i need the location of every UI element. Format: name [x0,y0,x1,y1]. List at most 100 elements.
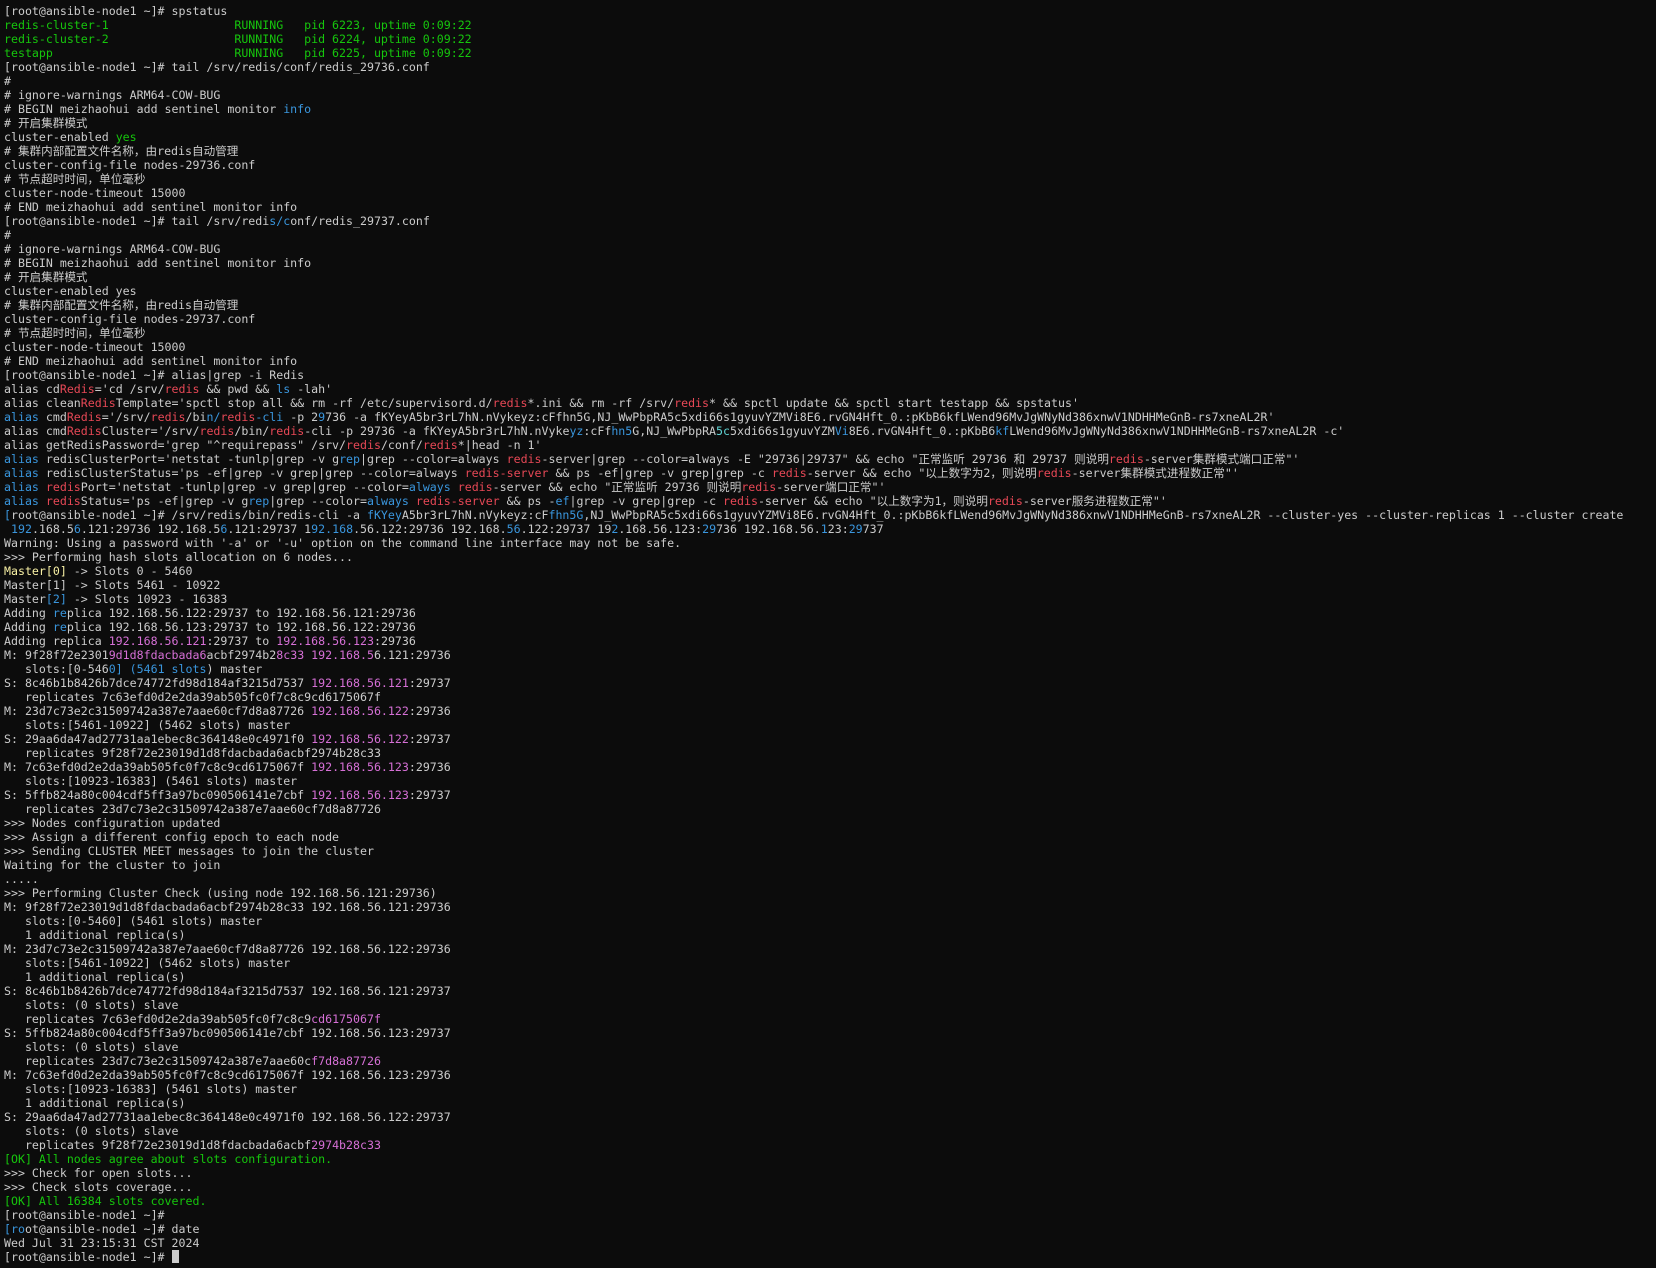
terminal-text: M: 9f28f72e2301 [4,648,109,662]
terminal-text: -cli [255,410,284,424]
terminal-line: # END meizhaohui add sentinel monitor in… [4,354,1656,368]
terminal-line: # ignore-warnings ARM64-COW-BUG [4,242,1656,256]
terminal-text: Redis [59,382,95,396]
terminal-text: 736 -a fKYeyA5br3rL7hN.nVykeyz:cFfhn5G,N… [325,410,1275,424]
terminal-line: S: 8c46b1b8426b7dce74772fd98d184af3215d7… [4,676,1656,690]
terminal-text: # BEGIN meizhaohui add sentinel monitor … [4,256,312,270]
terminal-text: # END meizhaohui add sentinel monitor in… [4,200,298,214]
terminal-line: slots:[0-5460] (5461 slots) master [4,662,1656,676]
terminal-line: M: 7c63efd0d2e2da39ab505fc0f7c8c9cd61750… [4,760,1656,774]
terminal-text: plica 192.168.56.122:29737 to 192.168.56… [66,606,416,620]
terminal-line: [root@ansible-node1 ~]# /srv/redis/bin/r… [4,508,1656,522]
terminal-line: [root@ansible-node1 ~]# alias|grep -i Re… [4,368,1656,382]
terminal-text: redis [164,382,200,396]
terminal-text: 192.168.56.123 [311,788,409,802]
terminal-text: # [4,228,11,242]
terminal-line: S: 5ffb824a80c004cdf5ff3a97bc090506141e7… [4,788,1656,802]
terminal-text: # END meizhaohui add sentinel monitor in… [4,354,298,368]
terminal-line: slots:[5461-10922] (5462 slots) master [4,718,1656,732]
terminal-text: yz [569,424,584,438]
terminal-text: [ [4,508,11,522]
terminal-line: ..... [4,872,1656,886]
terminal-text: redis-server [415,494,500,508]
terminal-text: slots:[5461-10922] (5462 slots) master [4,956,291,970]
terminal-text: -server|grep --color=always -E "29736|29… [541,452,1109,466]
terminal-text: replicates 9f28f72e23019d1d8fdacbada6acb… [4,746,381,760]
terminal-text: redisClusterStatus='ps -ef|grep -v grep|… [38,466,465,480]
terminal-text: M: 9f28f72e23019d1d8fdacbada6acbf2974b28… [4,900,451,914]
terminal-text: kf [995,424,1010,438]
terminal-text: redis [771,466,807,480]
terminal-line: redis-cluster-1 RUNNING pid 6223, uptime… [4,18,1656,32]
terminal-text: 192.168.56.123 [311,760,409,774]
terminal-text: # 开启集群模式 [4,116,88,130]
terminal-text: redis [1036,466,1072,480]
terminal-text: .168.56.123: [618,522,703,536]
terminal-text: redis-cluster-1 RUNNING pid 6223, uptime… [4,18,472,32]
terminal-text: A5br3rL7hN.nVykeyz:cF [401,508,549,522]
terminal-text: testapp RUNNING pid 6225, uptime 0:09:22 [4,46,472,60]
terminal-text: # 节点超时时间，单位毫秒 [4,172,146,186]
terminal-output[interactable]: [root@ansible-node1 ~]# spstatus redis-cl… [0,0,1656,1268]
terminal-text: redis [506,452,542,466]
terminal-text: -server && echo "正常监听 29736 则说明 [492,480,742,494]
terminal-line: [OK] All 16384 slots covered. [4,1194,1656,1208]
terminal-text: 737 [862,522,884,536]
terminal-text: slots: (0 slots) slave [4,998,179,1012]
terminal-line: 1 additional replica(s) [4,970,1656,984]
terminal-line: # ignore-warnings ARM64-COW-BUG [4,88,1656,102]
terminal-text: alias cmd [4,424,67,438]
terminal-text: [root@ansible-node1 ~]# [4,1250,172,1264]
terminal-text: S: 5ffb824a80c004cdf5ff3a97bc090506141e7… [4,788,312,802]
terminal-line: >>> Assign a different config epoch to e… [4,830,1656,844]
terminal-text: ot@ansible-node1 ~]# date [24,1222,200,1236]
terminal-text: [root@ansible-node1 ~]# spstatus [4,4,228,18]
terminal-text: * && spctl update && spctl start testapp… [709,396,1079,410]
terminal-text: replicates 9f28f72e23019d1d8fdacbada6acb… [4,1138,312,1152]
terminal-text: cluster-node-timeout 15000 [4,186,186,200]
terminal-line: # BEGIN meizhaohui add sentinel monitor … [4,256,1656,270]
terminal-line: slots:[10923-16383] (5461 slots) master [4,774,1656,788]
terminal-line: alias redisClusterStatus='ps -ef|grep -v… [4,466,1656,480]
terminal-line: cluster-config-file nodes-29736.conf [4,158,1656,172]
terminal-text: redis [45,480,81,494]
terminal-text: S: 8c46b1b8426b7dce74772fd98d184af3215d7… [4,676,312,690]
terminal-line: # 开启集群模式 [4,116,1656,130]
terminal-line: slots:[0-5460] (5461 slots) master [4,914,1656,928]
terminal-text: alias cd [4,382,60,396]
terminal-line: Adding replica 192.168.56.123:29737 to 1… [4,620,1656,634]
terminal-line: cluster-enabled yes [4,130,1656,144]
terminal-text: ) master [206,662,263,676]
terminal-text: alias [4,466,39,480]
terminal-text: [OK] All 16384 slots covered. [4,1194,207,1208]
terminal-text: alias getRedisPassword='grep "^requirepa… [4,438,347,452]
terminal-line: M: 23d7c73e2c31509742a387e7aae60cf7d8a87… [4,942,1656,956]
terminal-text: redis [199,424,235,438]
terminal-line: S: 29aa6da47ad27731aa1ebec8c364148e0c497… [4,1110,1656,1124]
terminal-text: && ps - [499,494,556,508]
terminal-text: 29 [848,522,863,536]
terminal-text: [2] [45,592,67,606]
terminal-text: 5c [716,424,731,438]
terminal-text: .122:29737 19 [520,522,612,536]
terminal-line: # [4,228,1656,242]
terminal-line: Warning: Using a password with '-a' or '… [4,536,1656,550]
terminal-line: # [4,74,1656,88]
terminal-text: redis-server [464,466,549,480]
terminal-text: [root@ansible-node1 ~]# alias|grep -i Re… [4,368,305,382]
terminal-text: redis [269,424,305,438]
terminal-text: .121:29737 1 [227,522,312,536]
terminal-line: slots: (0 slots) slave [4,1124,1656,1138]
terminal-text: 192.168.56.122 [311,704,409,718]
terminal-text: acbf2974b2 [206,648,277,662]
terminal-text: alias clean [4,396,81,410]
terminal-text: redis [150,410,186,424]
terminal-text: -lah' [290,382,333,396]
terminal-line: cluster-enabled yes [4,284,1656,298]
terminal-text: |grep --color= [269,494,368,508]
terminal-text: :29736 [373,634,416,648]
terminal-line: alias redisStatus='ps -ef|grep -v grep|g… [4,494,1656,508]
terminal-text: ,NJ_WwPbpRA5c5xdi66s1gyuvYZMVi8E6.rvGN4H… [583,508,1624,522]
terminal-line: >>> Sending CLUSTER MEET messages to joi… [4,844,1656,858]
terminal-line: alias getRedisPassword='grep "^requirepa… [4,438,1656,452]
